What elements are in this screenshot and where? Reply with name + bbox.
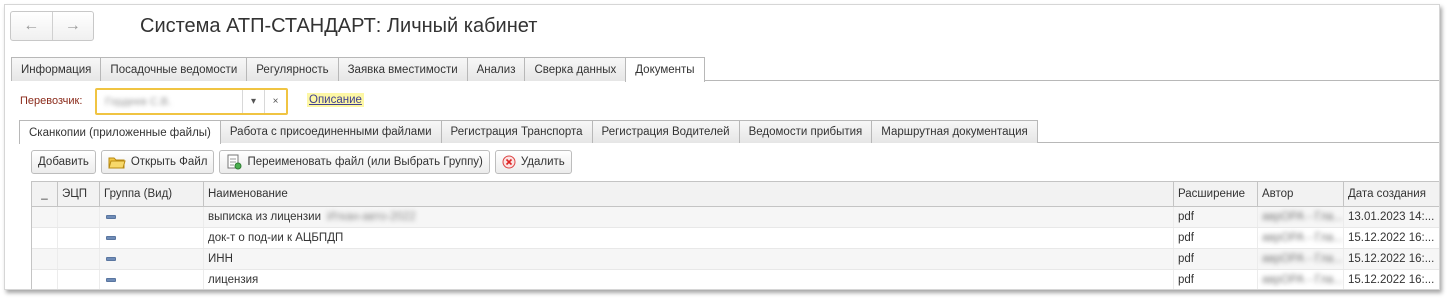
file-name: лицензия	[208, 274, 259, 286]
table-row[interactable]: выписка из лицензии Иткан-авто-2022 pdf а…	[32, 207, 1439, 228]
open-file-button[interactable]: Открыть Файл	[100, 150, 215, 174]
delete-button[interactable]: Удалить	[494, 150, 572, 174]
rename-file-button[interactable]: Переименовать файл (или Выбрать Группу)	[219, 150, 490, 174]
subtab-driver-registration[interactable]: Регистрация Водителей	[591, 120, 740, 143]
group-cell	[100, 228, 204, 248]
table-row[interactable]: ИНН pdf аврОРА - Гла... 15.12.2022 16:..…	[32, 249, 1439, 270]
add-button-label: Добавить	[38, 156, 89, 168]
open-file-button-label: Открыть Файл	[130, 156, 208, 168]
date-cell: 15.12.2022 16:...	[1348, 232, 1435, 244]
app-window: ← → Система АТП-СТАНДАРТ: Личный кабинет…	[4, 4, 1440, 290]
column-header-created-date[interactable]: Дата создания	[1344, 182, 1439, 206]
date-cell: 15.12.2022 16:...	[1348, 274, 1435, 286]
tab-boarding-sheets[interactable]: Посадочные ведомости	[100, 57, 248, 81]
description-link[interactable]: Описание	[307, 93, 364, 107]
group-cell	[100, 207, 204, 227]
chevron-down-icon[interactable]: ▾	[242, 90, 264, 113]
forward-button[interactable]: →	[51, 12, 94, 40]
tab-data-reconciliation[interactable]: Сверка данных	[524, 57, 627, 81]
author-cell: аврОРА - Гла...	[1258, 249, 1344, 269]
group-cell	[100, 270, 204, 289]
file-name: ИНН	[208, 253, 233, 265]
signature-cell	[58, 207, 100, 227]
subtab-arrival-sheets[interactable]: Ведомости прибытия	[738, 120, 873, 143]
page-title: Система АТП-СТАНДАРТ: Личный кабинет	[140, 15, 538, 37]
group-icon	[106, 236, 116, 240]
delete-icon	[502, 155, 516, 169]
column-header-author[interactable]: Автор	[1258, 182, 1344, 206]
group-cell	[100, 249, 204, 269]
rename-document-icon	[226, 154, 242, 170]
table-row[interactable]: лицензия pdf аврОРА - Гла... 15.12.2022 …	[32, 270, 1439, 289]
column-header-signature[interactable]: ЭЦП	[58, 182, 100, 206]
carrier-label: Перевозчик:	[20, 95, 83, 107]
row-marker-cell	[32, 249, 58, 269]
tab-capacity-request[interactable]: Заявка вместимости	[337, 57, 468, 81]
column-header-marker[interactable]: _	[32, 182, 58, 206]
author-cell: аврОРА - Гла...	[1258, 228, 1344, 248]
add-button[interactable]: Добавить	[31, 150, 96, 174]
arrow-right-icon: →	[64, 17, 81, 34]
author-value: аврОРА - Гла...	[1262, 274, 1343, 286]
file-name: док-т о под-ии к АЦБПДП	[208, 232, 344, 244]
file-name-extra: Иткан-авто-2022	[327, 211, 416, 223]
subtab-vehicle-registration[interactable]: Регистрация Транспорта	[440, 120, 593, 143]
file-name: выписка из лицензии	[208, 211, 322, 223]
extension-cell: pdf	[1174, 270, 1258, 289]
name-cell: ИНН	[204, 249, 1174, 269]
table-header: _ ЭЦП Группа (Вид) Наименование Расширен…	[32, 182, 1439, 207]
carrier-field[interactable]: Гордеев С.В. ▾ ×	[95, 88, 288, 115]
author-value: аврОРА - Гла...	[1262, 232, 1343, 244]
clear-icon[interactable]: ×	[264, 90, 286, 113]
signature-cell	[58, 228, 100, 248]
group-icon	[106, 257, 116, 261]
tab-regularity[interactable]: Регулярность	[246, 57, 339, 81]
tab-analysis[interactable]: Анализ	[466, 57, 526, 81]
date-cell: 13.01.2023 14:...	[1348, 211, 1435, 223]
delete-button-label: Удалить	[520, 156, 565, 168]
subtab-attached-files[interactable]: Работа с присоединенными файлами	[219, 120, 442, 143]
files-table: _ ЭЦП Группа (Вид) Наименование Расширен…	[31, 181, 1439, 289]
table-row[interactable]: док-т о под-ии к АЦБПДП pdf аврОРА - Гла…	[32, 228, 1439, 249]
signature-cell	[58, 249, 100, 269]
author-cell: аврОРА - Гла...	[1258, 270, 1344, 289]
carrier-value[interactable]: Гордеев С.В.	[97, 96, 242, 108]
row-marker-cell	[32, 228, 58, 248]
navigation-buttons: ← →	[10, 11, 94, 41]
column-header-extension[interactable]: Расширение	[1174, 182, 1258, 206]
rename-file-button-label: Переименовать файл (или Выбрать Группу)	[247, 156, 483, 168]
group-icon	[106, 215, 116, 219]
tab-documents[interactable]: Документы	[625, 57, 705, 82]
column-header-group[interactable]: Группа (Вид)	[100, 182, 204, 206]
subtab-scans[interactable]: Сканкопии (приложенные файлы)	[19, 120, 221, 144]
subtab-route-documents[interactable]: Маршрутная документация	[871, 120, 1038, 143]
author-value: аврОРА - Гла...	[1262, 253, 1343, 265]
row-marker-cell	[32, 270, 58, 289]
sub-tabs: Сканкопии (приложенные файлы) Работа с п…	[19, 120, 1439, 144]
group-icon	[106, 278, 116, 282]
name-cell: лицензия	[204, 270, 1174, 289]
extension-cell: pdf	[1174, 249, 1258, 269]
tab-info[interactable]: Информация	[11, 57, 102, 81]
folder-open-icon	[108, 155, 126, 169]
main-tabs: Информация Посадочные ведомости Регулярн…	[11, 57, 1439, 82]
arrow-left-icon: ←	[23, 17, 40, 34]
extension-cell: pdf	[1174, 228, 1258, 248]
extension-cell: pdf	[1174, 207, 1258, 227]
author-cell: аврОРА - Гла...	[1258, 207, 1344, 227]
back-button[interactable]: ←	[11, 12, 52, 40]
toolbar: Добавить Открыть Файл Переименовать файл…	[31, 150, 572, 174]
date-cell: 15.12.2022 16:...	[1348, 253, 1435, 265]
row-marker-cell	[32, 207, 58, 227]
name-cell: док-т о под-ии к АЦБПДП	[204, 228, 1174, 248]
signature-cell	[58, 270, 100, 289]
name-cell: выписка из лицензии Иткан-авто-2022	[204, 207, 1174, 227]
author-value: аврОРА - Гла...	[1262, 211, 1343, 223]
column-header-name[interactable]: Наименование	[204, 182, 1174, 206]
